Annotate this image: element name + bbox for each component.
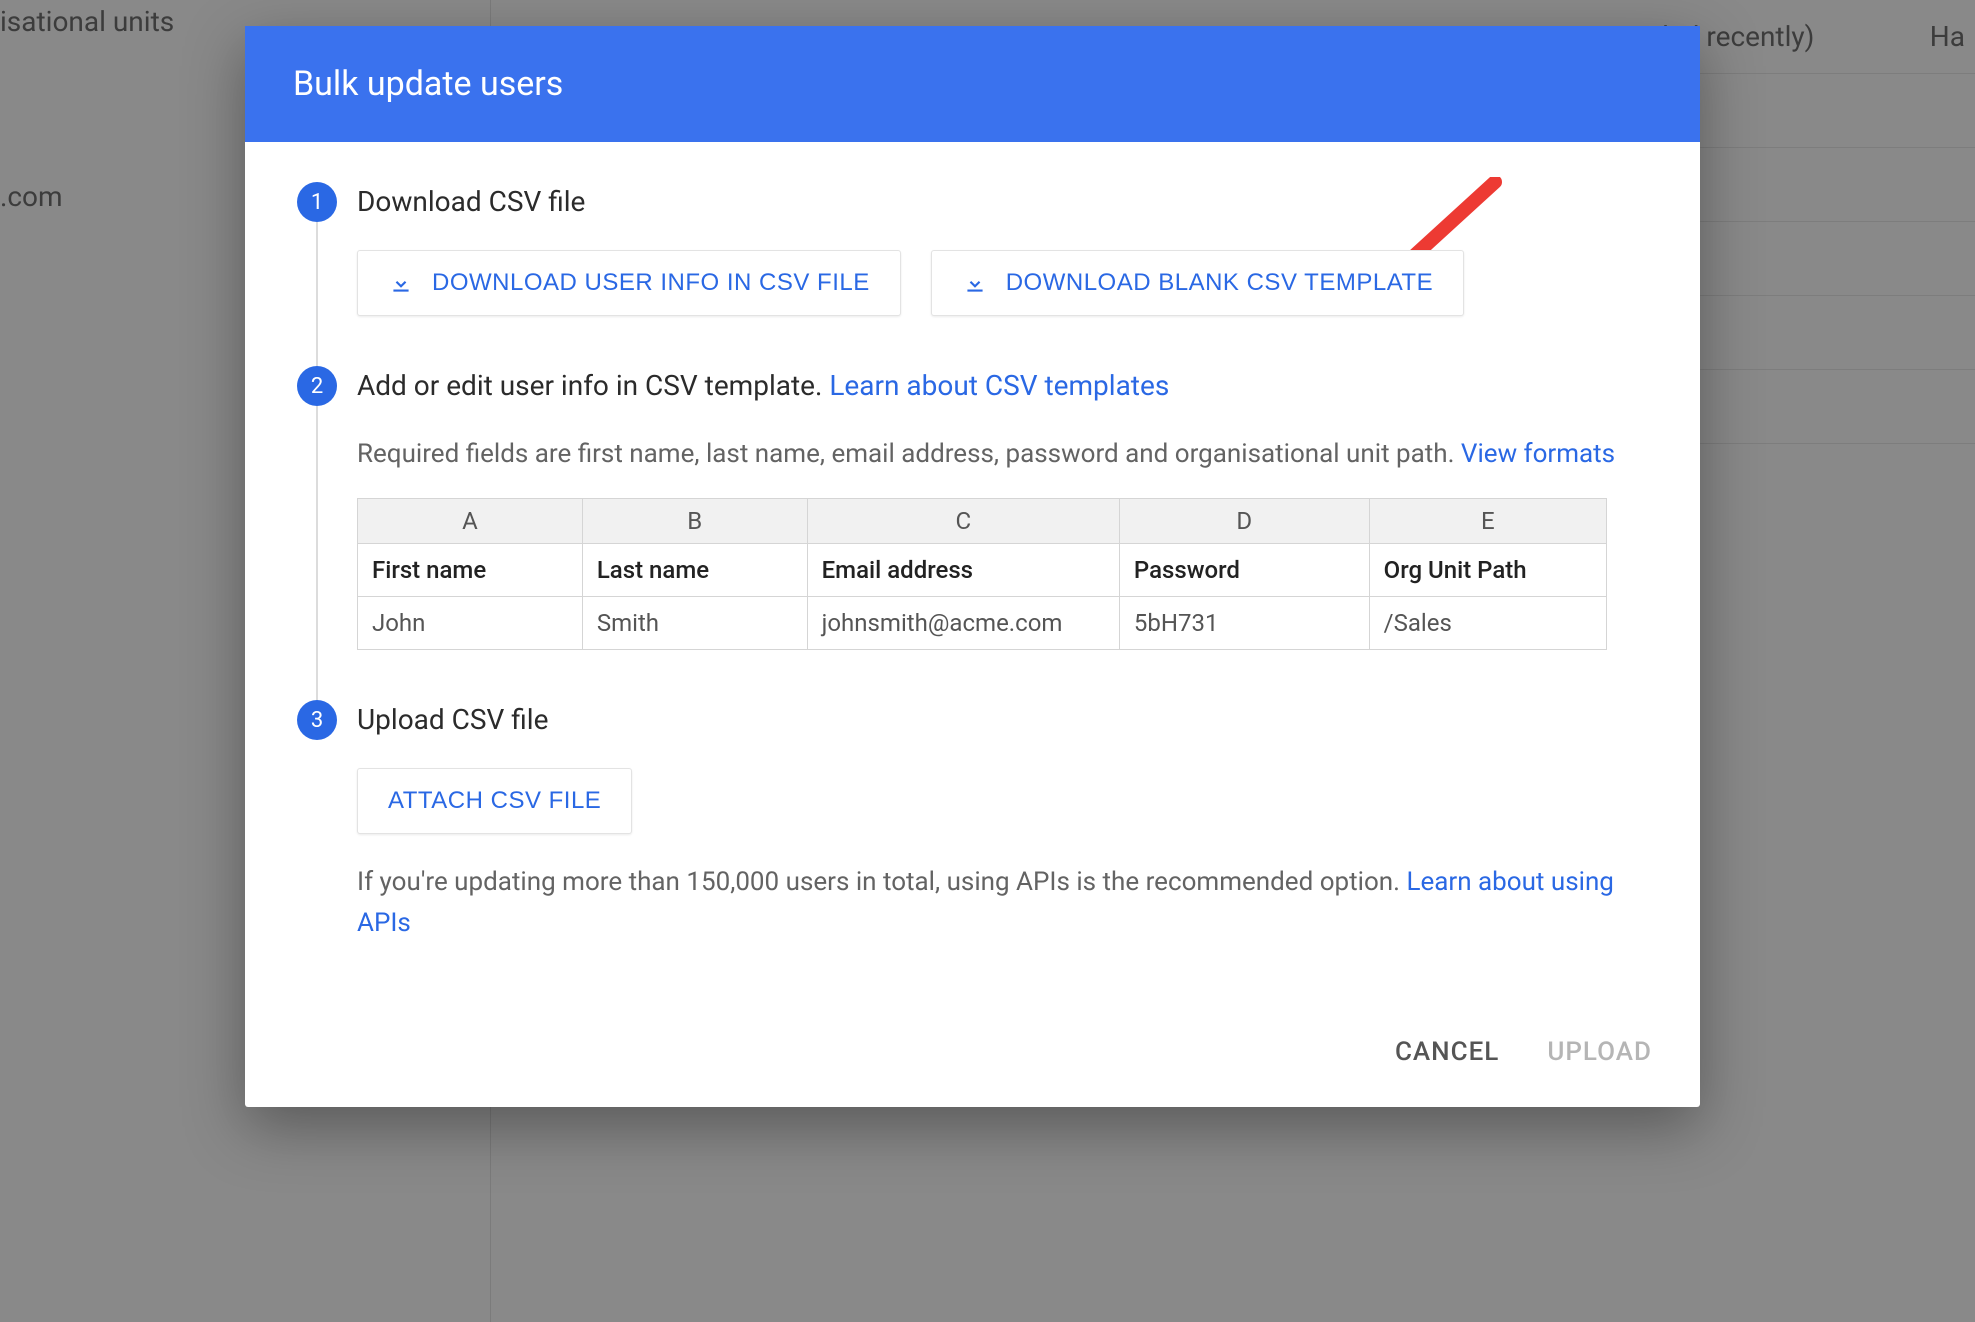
table-header-cell: First name: [358, 544, 583, 597]
col-letter: A: [358, 499, 583, 544]
step-3: 3 Upload CSV file ATTACH CSV FILE If you…: [297, 700, 1648, 977]
step-connector-line: [316, 222, 318, 376]
col-letter: E: [1369, 499, 1606, 544]
col-letter: B: [582, 499, 807, 544]
step-1-title: Download CSV file: [357, 182, 1648, 222]
download-user-info-button[interactable]: DOWNLOAD USER INFO IN CSV FILE: [357, 250, 901, 316]
step-2-title: Add or edit user info in CSV template. L…: [357, 366, 1648, 406]
step-3-note: If you're updating more than 150,000 use…: [357, 862, 1648, 943]
button-label: DOWNLOAD BLANK CSV TEMPLATE: [1006, 269, 1433, 297]
table-header-cell: Password: [1119, 544, 1369, 597]
step-3-title: Upload CSV file: [357, 700, 1648, 740]
table-row: First name Last name Email address Passw…: [358, 544, 1607, 597]
view-formats-link[interactable]: View formats: [1461, 439, 1615, 469]
download-blank-template-button[interactable]: DOWNLOAD BLANK CSV TEMPLATE: [931, 250, 1464, 316]
csv-example-table: A B C D E First name Last name Email add…: [357, 498, 1607, 650]
button-label: ATTACH CSV FILE: [388, 787, 601, 815]
attach-csv-button[interactable]: ATTACH CSV FILE: [357, 768, 632, 834]
step-2-sub-text: Required fields are first name, last nam…: [357, 439, 1461, 469]
step-connector-line: [316, 406, 318, 710]
step-number-badge: 1: [297, 182, 337, 222]
button-label: DOWNLOAD USER INFO IN CSV FILE: [432, 269, 870, 297]
col-letter: C: [807, 499, 1119, 544]
step-2-title-text: Add or edit user info in CSV template.: [357, 369, 829, 402]
table-cell: 5bH731: [1119, 597, 1369, 650]
download-icon: [962, 270, 988, 296]
download-icon: [388, 270, 414, 296]
table-header-cell: Org Unit Path: [1369, 544, 1606, 597]
table-row: John Smith johnsmith@acme.com 5bH731 /Sa…: [358, 597, 1607, 650]
step-1: 1 Download CSV file DOWNLOAD USER INFO I…: [297, 182, 1648, 366]
table-cell: johnsmith@acme.com: [807, 597, 1119, 650]
table-cell: /Sales: [1369, 597, 1606, 650]
col-letter: D: [1119, 499, 1369, 544]
step-2-subtext: Required fields are first name, last nam…: [357, 434, 1648, 474]
upload-button[interactable]: UPLOAD: [1547, 1037, 1652, 1067]
dialog-title: Bulk update users: [245, 26, 1700, 142]
table-header-cell: Last name: [582, 544, 807, 597]
step-number-badge: 2: [297, 366, 337, 406]
step-number-badge: 3: [297, 700, 337, 740]
bulk-update-users-dialog: Bulk update users 1 Download CSV file DO…: [245, 26, 1700, 1107]
dialog-actions: CANCEL UPLOAD: [245, 1007, 1700, 1107]
table-cell: John: [358, 597, 583, 650]
step-3-note-text: If you're updating more than 150,000 use…: [357, 867, 1406, 897]
table-cell: Smith: [582, 597, 807, 650]
cancel-button[interactable]: CANCEL: [1395, 1037, 1499, 1067]
learn-csv-templates-link[interactable]: Learn about CSV templates: [829, 369, 1169, 402]
step-2: 2 Add or edit user info in CSV template.…: [297, 366, 1648, 700]
table-header-cell: Email address: [807, 544, 1119, 597]
